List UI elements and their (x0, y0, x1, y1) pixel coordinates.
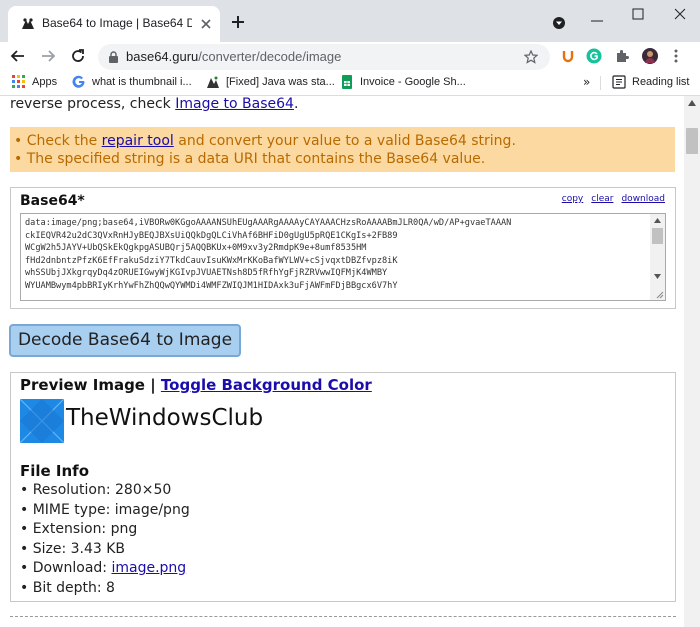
file-info-list: • Resolution: 280×50 • MIME type: image/… (20, 481, 190, 598)
info-size: • Size: 3.43 KB (20, 540, 126, 557)
extensions-puzzle-icon[interactable] (614, 48, 630, 64)
ublock-extension-icon[interactable] (560, 48, 576, 64)
reading-list-icon (612, 75, 626, 89)
bookmarks-overflow-button[interactable]: » (583, 75, 590, 89)
maximize-window-icon[interactable] (632, 8, 644, 20)
page-scroll-thumb[interactable] (686, 128, 698, 154)
file-info-title: File Info (20, 462, 90, 480)
download-link[interactable]: download (621, 194, 665, 204)
minimize-window-icon[interactable] (590, 14, 604, 28)
notice-data-uri-line: • The specified string is a data URI tha… (14, 151, 486, 167)
close-tab-icon[interactable] (198, 16, 214, 32)
repair-tool-link[interactable]: repair tool (102, 133, 174, 149)
apps-grid-icon (12, 75, 25, 88)
page-content: reverse process, check Image to Base64. … (0, 96, 684, 627)
info-extension: • Extension: png (20, 521, 138, 537)
profile-avatar-icon[interactable] (642, 48, 658, 64)
info-download: • Download: image.png (20, 560, 187, 576)
notice-repair-line: • Check the repair tool and convert your… (14, 133, 516, 149)
intro-text: reverse process, check Image to Base64. (10, 96, 299, 112)
media-control-icon[interactable] (552, 16, 566, 30)
more-options-icon[interactable] (668, 48, 684, 64)
bookmark-star-icon[interactable] (524, 50, 538, 64)
tab-title: Base64 to Image | Base64 Decode (42, 16, 192, 30)
textarea-scroll-thumb[interactable] (652, 228, 663, 244)
base64-value: data:image/png;base64,iVBORw0KGgoAAAANSU… (25, 218, 512, 291)
base64-guru-favicon-icon (20, 16, 36, 32)
section-divider (10, 616, 676, 617)
new-tab-icon[interactable] (230, 14, 246, 30)
grammarly-extension-icon[interactable] (586, 48, 602, 64)
base64-input-panel: Base64* copy clear download data:image/png… (10, 187, 676, 309)
warning-notice: • Check the repair tool and convert your… (10, 127, 675, 172)
google-icon (72, 75, 85, 88)
preview-title: Preview Image | Toggle Background Color (20, 376, 372, 394)
decoded-image: TheWindowsClub (20, 396, 300, 446)
decode-base64-button[interactable]: Decode Base64 to Image (9, 324, 241, 357)
clear-link[interactable]: clear (591, 194, 613, 204)
back-arrow-icon[interactable] (10, 48, 26, 64)
scroll-up-icon[interactable] (654, 218, 661, 223)
google-sheets-icon (342, 75, 352, 89)
scroll-down-icon[interactable] (654, 274, 661, 279)
copy-link[interactable]: copy (562, 194, 584, 204)
browser-toolbar: base64.guru/converter/decode/image (0, 42, 700, 70)
bookmarks-bar: Apps what is thumbnail i... [Fixed] Java… (0, 70, 700, 96)
page-scroll-up-icon[interactable] (688, 100, 696, 106)
address-bar[interactable]: base64.guru/converter/decode/image (98, 44, 550, 70)
tab-base64-to-image[interactable]: Base64 to Image | Base64 Decode (8, 6, 220, 42)
forward-arrow-icon[interactable] (40, 48, 56, 64)
bookmark-site-icon (207, 76, 219, 88)
base64-textarea[interactable]: data:image/png;base64,iVBORw0KGgoAAAANSU… (20, 213, 666, 301)
lock-icon[interactable] (108, 51, 119, 63)
base64-actions: copy clear download (554, 194, 665, 204)
preview-panel: Preview Image | Toggle Background Color … (10, 372, 676, 602)
windows-logo-icon (20, 399, 64, 443)
logo-text: TheWindowsClub (66, 405, 264, 431)
info-mime-type: • MIME type: image/png (20, 501, 190, 518)
tab-strip: Base64 to Image | Base64 Decode (0, 0, 700, 42)
textarea-scrollbar[interactable] (650, 214, 665, 300)
page-scrollbar[interactable] (684, 96, 700, 627)
image-to-base64-link[interactable]: Image to Base64 (175, 96, 294, 112)
close-window-icon[interactable] (674, 8, 686, 20)
reload-icon[interactable] (70, 48, 86, 64)
image-download-link[interactable]: image.png (111, 560, 186, 576)
resize-handle-icon[interactable] (655, 290, 664, 299)
url-text: base64.guru/converter/decode/image (126, 49, 342, 64)
info-bit-depth: • Bit depth: 8 (20, 579, 115, 596)
info-resolution: • Resolution: 280×50 (20, 482, 172, 498)
base64-label: Base64* (20, 193, 85, 209)
toggle-background-link[interactable]: Toggle Background Color (161, 376, 372, 394)
bookmarks-separator (600, 76, 601, 90)
